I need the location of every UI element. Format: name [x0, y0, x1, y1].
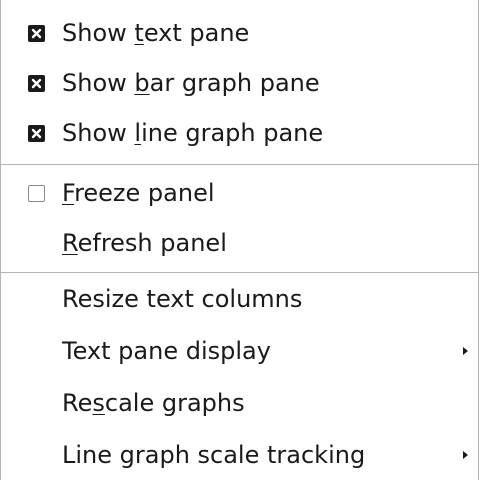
menu-item-rescale-graphs[interactable]: Rescale graphs [1, 378, 478, 428]
menu-item-refresh-panel[interactable]: Refresh panel [1, 218, 478, 268]
menu-item-label: Text pane display [62, 337, 271, 365]
mnemonic: t [134, 19, 144, 47]
menu-separator [1, 272, 478, 273]
checkbox-checked-icon[interactable] [28, 125, 45, 142]
mnemonic: b [134, 69, 150, 97]
menu-item-show-bar-graph-pane[interactable]: Show bar graph pane [1, 58, 478, 108]
submenu-arrow-icon [463, 347, 468, 355]
menu-item-show-text-pane[interactable]: Show text pane [1, 8, 478, 58]
menu-item-label: Show line graph pane [62, 119, 324, 147]
context-menu: Show text pane Show bar graph pane Show … [0, 0, 479, 480]
checkbox-checked-icon[interactable] [28, 25, 45, 42]
checkbox-checked-icon[interactable] [28, 75, 45, 92]
menu-item-resize-text-columns[interactable]: Resize text columns [1, 274, 478, 324]
menu-item-text-pane-display[interactable]: Text pane display [1, 326, 478, 376]
mnemonic: R [62, 229, 78, 257]
menu-item-show-line-graph-pane[interactable]: Show line graph pane [1, 108, 478, 158]
menu-item-label: Show bar graph pane [62, 69, 320, 97]
mnemonic: s [92, 389, 105, 417]
menu-item-label: Resize text columns [62, 285, 303, 313]
checkbox-unchecked-icon[interactable] [28, 185, 45, 202]
menu-item-label: Line graph scale tracking [62, 441, 366, 469]
menu-item-label: Rescale graphs [62, 389, 245, 417]
submenu-arrow-icon [463, 451, 468, 459]
menu-item-label: Freeze panel [62, 179, 215, 207]
mnemonic: F [62, 179, 75, 207]
menu-item-label: Refresh panel [62, 229, 227, 257]
menu-item-freeze-panel[interactable]: Freeze panel [1, 168, 478, 218]
menu-item-label: Show text pane [62, 19, 250, 47]
menu-separator [1, 164, 478, 165]
menu-item-line-graph-scale-tracking[interactable]: Line graph scale tracking [1, 430, 478, 480]
